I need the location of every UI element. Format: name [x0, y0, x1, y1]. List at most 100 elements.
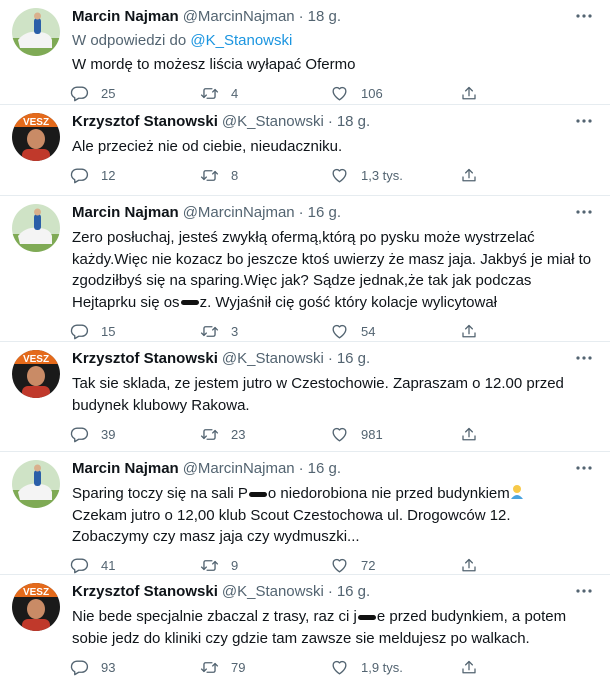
- like-button[interactable]: 1,3 tys.: [330, 166, 460, 185]
- author-handle[interactable]: @MarcinNajman: [183, 204, 295, 221]
- reply-count: 25: [101, 86, 116, 101]
- author-handle[interactable]: @K_Stanowski: [222, 350, 324, 367]
- avatar[interactable]: [12, 204, 60, 252]
- reply-prefix: W odpowiedzi do: [72, 32, 187, 49]
- tweet-text: Tak sie sklada, ze jestem jutro w Czesto…: [72, 375, 564, 414]
- more-icon[interactable]: [574, 8, 594, 24]
- avatar[interactable]: [12, 460, 60, 508]
- author-name[interactable]: Krzysztof Stanowski: [72, 583, 218, 600]
- author-name[interactable]: Marcin Najman: [72, 8, 179, 25]
- like-button[interactable]: 72: [330, 556, 460, 575]
- tweet-text-part: Czekam jutro o 12,00 klub Scout Czestoch…: [72, 506, 511, 546]
- more-icon[interactable]: [574, 350, 594, 366]
- reply-count: 93: [101, 659, 116, 675]
- share-button[interactable]: [460, 658, 490, 677]
- reply-count: 12: [101, 168, 116, 183]
- share-icon: [460, 658, 478, 677]
- separator: ·: [327, 350, 333, 367]
- author-name[interactable]: Marcin Najman: [72, 204, 179, 221]
- tweet[interactable]: Marcin Najman @MarcinNajman · 16 g. Spar…: [0, 452, 610, 575]
- retweet-button[interactable]: 3: [200, 322, 330, 341]
- reply-count: 41: [101, 558, 116, 573]
- like-icon: [330, 84, 349, 103]
- retweet-button[interactable]: 79: [200, 658, 330, 677]
- separator: ·: [298, 204, 304, 221]
- like-icon: [330, 556, 349, 575]
- share-button[interactable]: [460, 556, 490, 575]
- like-count: 54: [361, 323, 376, 339]
- author-handle[interactable]: @MarcinNajman: [183, 460, 295, 477]
- reply-to-link[interactable]: @K_Stanowski: [190, 32, 292, 49]
- like-button[interactable]: 981: [330, 425, 460, 444]
- tweet-text: Nie bede specjalnie zbaczal z trasy, raz…: [72, 606, 596, 649]
- like-count: 1,3 tys.: [361, 168, 403, 183]
- timestamp[interactable]: 16 g.: [308, 460, 341, 477]
- retweet-button[interactable]: 4: [200, 84, 330, 103]
- author-name[interactable]: Krzysztof Stanowski: [72, 113, 218, 130]
- retweet-count: 4: [231, 86, 239, 101]
- separator: ·: [298, 460, 304, 477]
- redaction-mark: [357, 614, 376, 620]
- more-icon[interactable]: [574, 460, 594, 476]
- author-name[interactable]: Marcin Najman: [72, 460, 179, 477]
- timestamp[interactable]: 18 g.: [308, 8, 341, 25]
- reply-button[interactable]: 12: [70, 166, 200, 185]
- share-button[interactable]: [460, 166, 490, 185]
- retweet-button[interactable]: 23: [200, 425, 330, 444]
- tweet[interactable]: Krzysztof Stanowski @K_Stanowski · 16 g.…: [0, 575, 610, 681]
- tweet-text: Ale przecież nie od ciebie, nieudaczniku…: [72, 138, 343, 155]
- retweet-count: 3: [231, 323, 239, 339]
- avatar[interactable]: [12, 113, 60, 161]
- avatar[interactable]: [12, 350, 60, 398]
- share-button[interactable]: [460, 425, 490, 444]
- author-handle[interactable]: @K_Stanowski: [222, 113, 324, 130]
- avatar[interactable]: [12, 8, 60, 56]
- share-icon: [460, 425, 478, 444]
- timestamp[interactable]: 16 g.: [308, 204, 341, 221]
- reply-button[interactable]: 93: [70, 658, 200, 677]
- like-button[interactable]: 106: [330, 84, 460, 103]
- timestamp[interactable]: 16 g.: [337, 583, 370, 600]
- timestamp[interactable]: 18 g.: [337, 113, 370, 130]
- author-handle[interactable]: @MarcinNajman: [183, 8, 295, 25]
- share-button[interactable]: [460, 84, 490, 103]
- tweet[interactable]: Marcin Najman @MarcinNajman · 18 g. W od…: [0, 0, 610, 105]
- tweet-actions: 93 79 1,9 tys.: [70, 649, 596, 681]
- tweet[interactable]: Marcin Najman @MarcinNajman · 16 g. Zero…: [0, 196, 610, 342]
- tweet-actions: 12 8 1,3 tys.: [70, 158, 596, 194]
- separator: ·: [327, 113, 333, 130]
- like-button[interactable]: 1,9 tys.: [330, 658, 460, 677]
- retweet-icon: [200, 84, 219, 103]
- tweet-text-part: Sparing toczy się na sali P: [72, 485, 248, 502]
- more-icon[interactable]: [574, 583, 594, 599]
- reply-count: 15: [101, 323, 116, 339]
- timestamp[interactable]: 16 g.: [337, 350, 370, 367]
- retweet-count: 23: [231, 426, 246, 442]
- like-count: 106: [361, 86, 383, 101]
- more-icon[interactable]: [574, 204, 594, 220]
- tweet[interactable]: Krzysztof Stanowski @K_Stanowski · 18 g.…: [0, 105, 610, 196]
- share-button[interactable]: [460, 322, 490, 341]
- retweet-button[interactable]: 9: [200, 556, 330, 575]
- redaction-mark: [180, 300, 199, 306]
- retweet-button[interactable]: 8: [200, 166, 330, 185]
- redaction-mark: [248, 491, 267, 497]
- like-button[interactable]: 54: [330, 322, 460, 341]
- reply-button[interactable]: 25: [70, 84, 200, 103]
- more-icon[interactable]: [574, 113, 594, 129]
- like-count: 72: [361, 558, 376, 573]
- author-name[interactable]: Krzysztof Stanowski: [72, 350, 218, 367]
- reply-count: 39: [101, 426, 116, 442]
- reply-button[interactable]: 39: [70, 425, 200, 444]
- avatar[interactable]: [12, 583, 60, 631]
- tweet[interactable]: Krzysztof Stanowski @K_Stanowski · 16 g.…: [0, 342, 610, 452]
- reply-button[interactable]: 15: [70, 322, 200, 341]
- reply-icon: [70, 322, 89, 341]
- retweet-count: 79: [231, 659, 246, 675]
- author-handle[interactable]: @K_Stanowski: [222, 583, 324, 600]
- reply-button[interactable]: 41: [70, 556, 200, 575]
- reply-icon: [70, 425, 89, 444]
- separator: ·: [298, 8, 304, 25]
- retweet-count: 8: [231, 168, 239, 183]
- retweet-icon: [200, 658, 219, 677]
